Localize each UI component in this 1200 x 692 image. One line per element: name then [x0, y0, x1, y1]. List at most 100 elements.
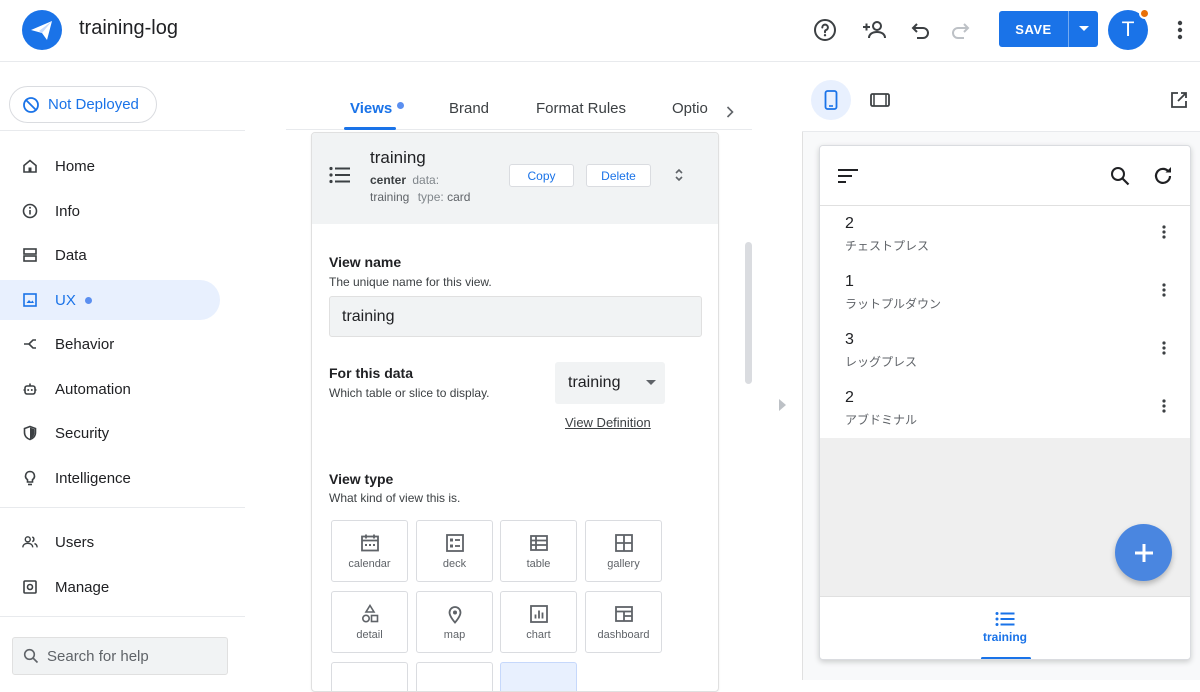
row-more-icon[interactable]	[1162, 283, 1166, 297]
users-icon	[22, 534, 38, 550]
sidebar-item-ux[interactable]: UX	[0, 280, 220, 320]
sidebar-item-home[interactable]: Home	[0, 146, 220, 186]
more-vert-icon[interactable]	[1166, 16, 1194, 44]
sidebar-item-behavior[interactable]: Behavior	[0, 324, 220, 364]
tab-format-rules[interactable]: Format Rules	[536, 100, 626, 117]
view-data-value: training	[370, 190, 410, 204]
collapse-panel-icon[interactable]	[778, 398, 788, 412]
expand-collapse-icon[interactable]	[673, 167, 685, 183]
save-button-label[interactable]: SAVE	[999, 11, 1069, 47]
view-card-meta: center data: training type: card	[370, 172, 490, 206]
copy-button[interactable]: Copy	[509, 164, 574, 187]
unsaved-dot	[84, 296, 92, 304]
tablet-preview-button[interactable]	[860, 80, 900, 120]
undo-icon[interactable]	[906, 16, 934, 44]
row-count: 1	[845, 273, 854, 290]
view-type-deck[interactable]: deck	[416, 520, 493, 582]
view-type-label: map	[443, 628, 466, 641]
sidebar-item-intelligence[interactable]: Intelligence	[0, 458, 220, 498]
bottom-tab-label: training	[983, 630, 1027, 644]
help-search-input[interactable]: Search for help	[12, 637, 228, 675]
view-type-detail[interactable]: detail	[331, 591, 408, 653]
sidebar-item-manage[interactable]: Manage	[0, 567, 220, 607]
save-options-dropdown[interactable]	[1069, 11, 1098, 47]
sidebar-item-label: Manage	[55, 578, 110, 596]
view-type-table[interactable]: table	[500, 520, 577, 582]
view-type-dashboard[interactable]: dashboard	[585, 591, 662, 653]
behavior-icon	[22, 336, 38, 352]
open-in-new-icon[interactable]	[1170, 91, 1188, 109]
tab-brand[interactable]: Brand	[449, 100, 489, 117]
view-data-label: data:	[412, 173, 440, 187]
bottom-tab-training[interactable]: training	[975, 611, 1035, 644]
sidebar-item-automation[interactable]: Automation	[0, 369, 220, 409]
chart-icon	[529, 604, 548, 623]
ux-icon	[22, 292, 38, 308]
refresh-icon[interactable]	[1152, 165, 1174, 187]
row-count: 2	[845, 215, 854, 232]
row-name: レッグプレス	[845, 355, 918, 369]
sidebar-item-security[interactable]: Security	[0, 413, 220, 453]
deploy-status-label: Not Deployed	[48, 96, 139, 113]
row-name: チェストプレス	[845, 239, 930, 253]
sidebar-divider	[0, 616, 245, 617]
tab-options[interactable]: Optio	[672, 100, 713, 117]
row-more-icon[interactable]	[1162, 341, 1166, 355]
row-more-icon[interactable]	[1162, 225, 1166, 239]
view-name-desc: The unique name for this view.	[329, 275, 492, 289]
list-item[interactable]: 3 レッグプレス	[820, 323, 1190, 381]
list-item[interactable]: 2 チェストプレス	[820, 207, 1190, 265]
for-data-desc: Which table or slice to display.	[329, 386, 490, 400]
sort-menu-icon[interactable]	[838, 168, 858, 184]
dashboard-icon	[614, 605, 633, 622]
view-type-label: detail	[356, 628, 383, 641]
view-definition-link[interactable]: View Definition	[565, 415, 651, 430]
phone-icon	[824, 90, 838, 110]
mobile-preview-button[interactable]	[811, 80, 851, 120]
view-type-onboarding[interactable]	[416, 662, 493, 691]
tab-views[interactable]: Views	[350, 100, 392, 117]
save-button[interactable]: SAVE	[999, 11, 1098, 47]
gallery-icon	[614, 533, 633, 552]
sidebar-item-label: Info	[55, 202, 81, 220]
deck-icon	[445, 533, 464, 552]
editor-scrollbar[interactable]	[745, 242, 752, 384]
data-source-select[interactable]: training	[555, 362, 665, 404]
sidebar-item-info[interactable]: Info	[0, 191, 220, 231]
sidebar-item-label: UX	[55, 291, 76, 309]
sidebar-item-data[interactable]: Data	[0, 235, 220, 275]
view-card-header[interactable]: training center data: training type: car…	[312, 133, 718, 224]
sidebar-item-users[interactable]: Users	[0, 522, 220, 562]
data-icon	[22, 247, 38, 263]
add-row-button[interactable]	[1115, 524, 1172, 581]
help-icon[interactable]	[811, 16, 839, 44]
view-type-card[interactable]	[500, 662, 577, 691]
app-logo-icon[interactable]	[22, 10, 62, 50]
view-type-gallery[interactable]: gallery	[585, 520, 662, 582]
row-more-icon[interactable]	[1162, 399, 1166, 413]
row-count: 3	[845, 331, 854, 348]
search-icon[interactable]	[1110, 166, 1130, 186]
list-item[interactable]: 2 アブドミナル	[820, 381, 1190, 439]
view-type-form[interactable]	[331, 662, 408, 691]
redo-icon[interactable]	[947, 16, 975, 44]
sidebar-divider	[0, 507, 245, 508]
view-type-calendar[interactable]: calendar	[331, 520, 408, 582]
view-type-map[interactable]: map	[416, 591, 493, 653]
share-add-person-icon[interactable]	[861, 16, 889, 44]
caret-down-icon	[646, 380, 656, 385]
view-type-desc: What kind of view this is.	[329, 491, 461, 505]
app-preview-header	[820, 146, 1190, 206]
delete-button[interactable]: Delete	[586, 164, 651, 187]
unsaved-dot	[397, 102, 404, 109]
view-position: center	[370, 173, 407, 187]
deploy-status-button[interactable]: Not Deployed	[9, 86, 157, 123]
view-type-chart[interactable]: chart	[500, 591, 577, 653]
list-item[interactable]: 1 ラットプルダウン	[820, 265, 1190, 323]
tabs-scroll-right-icon[interactable]	[726, 106, 734, 118]
view-name-input[interactable]: training	[329, 296, 702, 337]
view-type-label: type:	[417, 190, 444, 204]
tablet-icon	[870, 93, 890, 107]
row-name: ラットプルダウン	[845, 297, 942, 311]
view-settings-card: training center data: training type: car…	[311, 132, 719, 692]
